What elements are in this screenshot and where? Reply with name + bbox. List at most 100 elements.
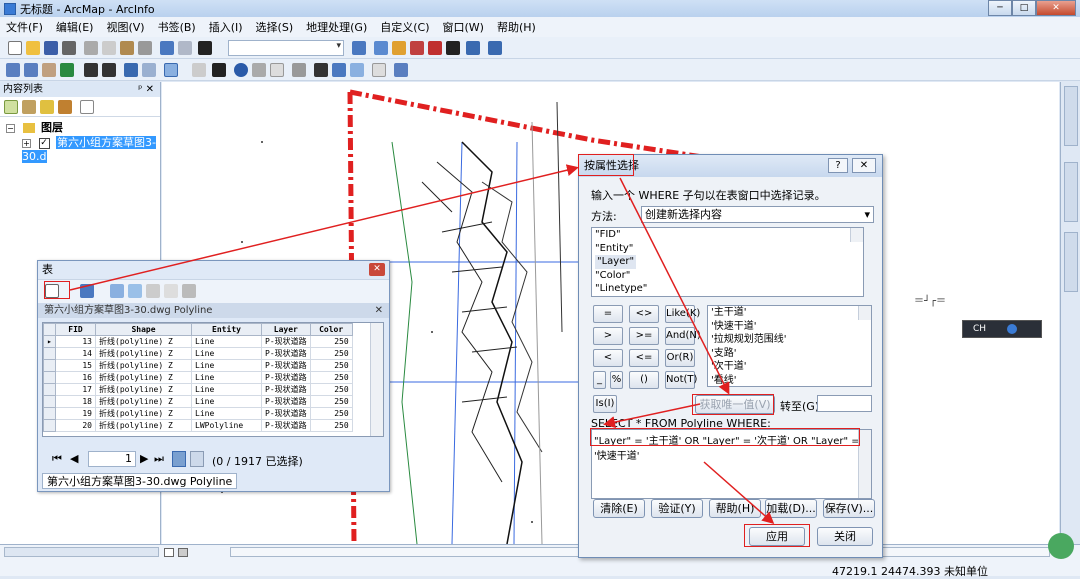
operator-like[interactable]: Like(K) bbox=[665, 305, 700, 323]
dialog-help-button[interactable]: ? bbox=[828, 158, 848, 173]
operator-less-equal[interactable]: <= bbox=[629, 349, 659, 367]
layer-row[interactable]: + ✓ 第六小组方案草图3-30.d bbox=[22, 136, 160, 163]
identify-icon[interactable] bbox=[234, 63, 248, 77]
value-item[interactable]: '快速干道' bbox=[708, 320, 871, 334]
close-button[interactable]: 关闭 bbox=[817, 527, 873, 546]
close-window-button[interactable]: ✕ bbox=[1036, 0, 1076, 16]
fixed-zoom-in-icon[interactable] bbox=[84, 63, 98, 77]
operator-less[interactable]: < bbox=[593, 349, 623, 367]
table-row[interactable]: 15 折线(polyline) Z Line P-现状道路 250 bbox=[43, 359, 353, 372]
current-record-field[interactable]: 1 bbox=[88, 451, 136, 467]
menu-view[interactable]: 视图(V) bbox=[106, 19, 144, 35]
operator-is[interactable]: Is(I) bbox=[593, 395, 617, 413]
column-header-shape[interactable]: Shape bbox=[95, 323, 192, 336]
zoom-out-icon[interactable] bbox=[24, 63, 38, 77]
row-selector[interactable] bbox=[43, 371, 56, 384]
modelbuilder-icon[interactable] bbox=[466, 41, 480, 55]
hyperlink-icon[interactable] bbox=[252, 63, 266, 77]
value-item[interactable]: '拉规规划范围线' bbox=[708, 333, 871, 347]
method-dropdown[interactable]: 创建新选择内容 bbox=[641, 206, 874, 223]
field-item[interactable]: "FID" bbox=[592, 228, 863, 242]
operator-greater-equal[interactable]: >= bbox=[629, 327, 659, 345]
unique-values-list[interactable]: '主干道' '快速干道' '拉规规划范围线' '支路' '次干道' '看线' bbox=[707, 305, 872, 387]
catalog-dock-tab[interactable] bbox=[1064, 86, 1078, 146]
row-selector[interactable] bbox=[43, 395, 56, 408]
python-window-icon[interactable] bbox=[446, 41, 460, 55]
maximize-button[interactable]: □ bbox=[1012, 0, 1036, 16]
open-folder-icon[interactable] bbox=[26, 41, 40, 55]
language-bar[interactable]: CH bbox=[962, 320, 1042, 338]
table-row[interactable]: 16 折线(polyline) Z Line P-现状道路 250 bbox=[43, 371, 353, 384]
paste-icon[interactable] bbox=[120, 41, 134, 55]
layers-group-row[interactable]: − 图层 bbox=[6, 121, 63, 135]
table-row[interactable]: 20 折线(polyline) Z LWPolyline P-现状道路 250 bbox=[43, 419, 353, 432]
help-circle-icon[interactable] bbox=[1006, 323, 1017, 334]
field-item-selected[interactable]: "Layer" bbox=[595, 255, 637, 269]
sql-scrollbar[interactable] bbox=[858, 430, 871, 498]
table-row[interactable]: 17 折线(polyline) Z Line P-现状道路 250 bbox=[43, 383, 353, 396]
row-selector[interactable] bbox=[43, 347, 56, 360]
scale-combo[interactable] bbox=[228, 40, 344, 56]
switch-selection-icon[interactable] bbox=[128, 284, 142, 298]
editor-icon[interactable] bbox=[352, 41, 366, 55]
operator-underscore[interactable]: _ bbox=[593, 371, 606, 389]
search-dock-tab[interactable] bbox=[1064, 162, 1078, 222]
help-button[interactable]: 帮助(H) bbox=[709, 499, 761, 518]
verify-button[interactable]: 验证(Y) bbox=[651, 499, 703, 518]
goto-xy-icon[interactable] bbox=[350, 63, 364, 77]
toc-pin-close[interactable]: ᵖ ✕ bbox=[138, 82, 154, 97]
list-by-selection-icon[interactable] bbox=[58, 100, 72, 114]
list-by-visibility-icon[interactable] bbox=[40, 100, 54, 114]
where-clause-input[interactable]: "Layer" = '主干道' OR "Layer" = '次干道' OR "L… bbox=[591, 429, 872, 499]
table-close-button[interactable]: ✕ bbox=[369, 263, 385, 276]
field-item[interactable]: "Entity" bbox=[592, 242, 863, 256]
print-icon[interactable] bbox=[62, 41, 76, 55]
table-row[interactable]: 18 折线(polyline) Z Line P-现状道路 250 bbox=[43, 395, 353, 408]
operator-percent[interactable]: % bbox=[610, 371, 623, 389]
goto-input[interactable] bbox=[817, 395, 872, 412]
last-record-icon[interactable]: ⏭ bbox=[154, 452, 164, 466]
table-tab-close-icon[interactable]: ✕ bbox=[375, 303, 383, 318]
first-record-icon[interactable]: ⏮ bbox=[52, 452, 62, 466]
toc-window-icon[interactable] bbox=[374, 41, 388, 55]
show-selected-records-icon[interactable] bbox=[190, 451, 204, 467]
toc-options-icon[interactable] bbox=[80, 100, 94, 114]
operator-not[interactable]: Not(T) bbox=[665, 371, 697, 389]
menu-customize[interactable]: 自定义(C) bbox=[380, 19, 429, 35]
time-slider-icon[interactable] bbox=[372, 63, 386, 77]
show-all-records-icon[interactable] bbox=[172, 451, 186, 467]
menu-bookmarks[interactable]: 书签(B) bbox=[158, 19, 196, 35]
whats-this-icon[interactable] bbox=[488, 41, 502, 55]
column-header-color[interactable]: Color bbox=[309, 323, 353, 336]
pan-icon[interactable] bbox=[42, 63, 56, 77]
operator-or[interactable]: Or(R) bbox=[665, 349, 695, 367]
forward-extent-icon[interactable] bbox=[142, 63, 156, 77]
zoom-to-selected-icon[interactable] bbox=[164, 284, 178, 298]
prev-record-icon[interactable]: ◀ bbox=[70, 452, 78, 465]
measure-icon[interactable] bbox=[292, 63, 306, 77]
value-item[interactable]: '看线' bbox=[708, 374, 871, 387]
undo-icon[interactable] bbox=[160, 41, 174, 55]
toc-horizontal-scrollbar[interactable] bbox=[4, 547, 159, 557]
search-window-icon[interactable] bbox=[410, 41, 424, 55]
operator-equals[interactable]: = bbox=[593, 305, 623, 323]
back-extent-icon[interactable] bbox=[124, 63, 138, 77]
row-selector[interactable] bbox=[43, 359, 56, 372]
clear-table-selection-icon[interactable] bbox=[146, 284, 160, 298]
menu-windows[interactable]: 窗口(W) bbox=[443, 19, 484, 35]
layer-visibility-checkbox[interactable]: ✓ bbox=[38, 137, 50, 149]
list-by-drawing-order-icon[interactable] bbox=[4, 100, 18, 114]
minimize-button[interactable]: ─ bbox=[988, 0, 1012, 16]
field-item[interactable]: "Linetype" bbox=[592, 282, 863, 296]
select-elements-icon[interactable] bbox=[212, 63, 226, 77]
related-tables-icon[interactable] bbox=[80, 284, 94, 298]
table-row[interactable]: 19 折线(polyline) Z Line P-现状道路 250 bbox=[43, 407, 353, 420]
select-by-attributes-icon[interactable] bbox=[110, 284, 124, 298]
table-options-icon[interactable] bbox=[45, 284, 59, 298]
table-row[interactable]: 14 折线(polyline) Z Line P-现状道路 250 bbox=[43, 347, 353, 360]
clear-button[interactable]: 清除(E) bbox=[593, 499, 645, 518]
value-item[interactable]: '主干道' bbox=[708, 306, 871, 320]
load-button[interactable]: 加载(D)... bbox=[765, 499, 817, 518]
zoom-in-icon[interactable] bbox=[6, 63, 20, 77]
expand-icon[interactable]: + bbox=[22, 138, 31, 148]
